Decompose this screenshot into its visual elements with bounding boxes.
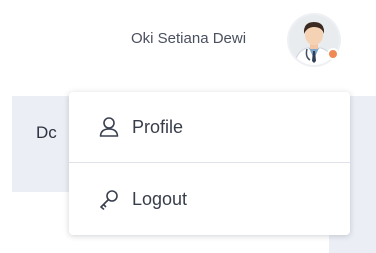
menu-item-profile[interactable]: Profile xyxy=(69,92,350,162)
key-icon xyxy=(98,188,120,210)
user-icon xyxy=(98,116,120,138)
avatar[interactable] xyxy=(287,13,341,67)
background-card-text: Dc xyxy=(36,123,57,142)
status-indicator xyxy=(327,48,339,60)
user-dropdown-menu: Profile Logout xyxy=(69,92,350,235)
menu-item-label: Profile xyxy=(132,116,184,137)
menu-item-label: Logout xyxy=(132,188,188,209)
page: Dc Oki Setiana Dewi Profile Logout xyxy=(0,0,376,253)
menu-divider xyxy=(69,162,350,163)
user-name[interactable]: Oki Setiana Dewi xyxy=(131,30,246,47)
menu-item-logout[interactable]: Logout xyxy=(69,164,350,234)
